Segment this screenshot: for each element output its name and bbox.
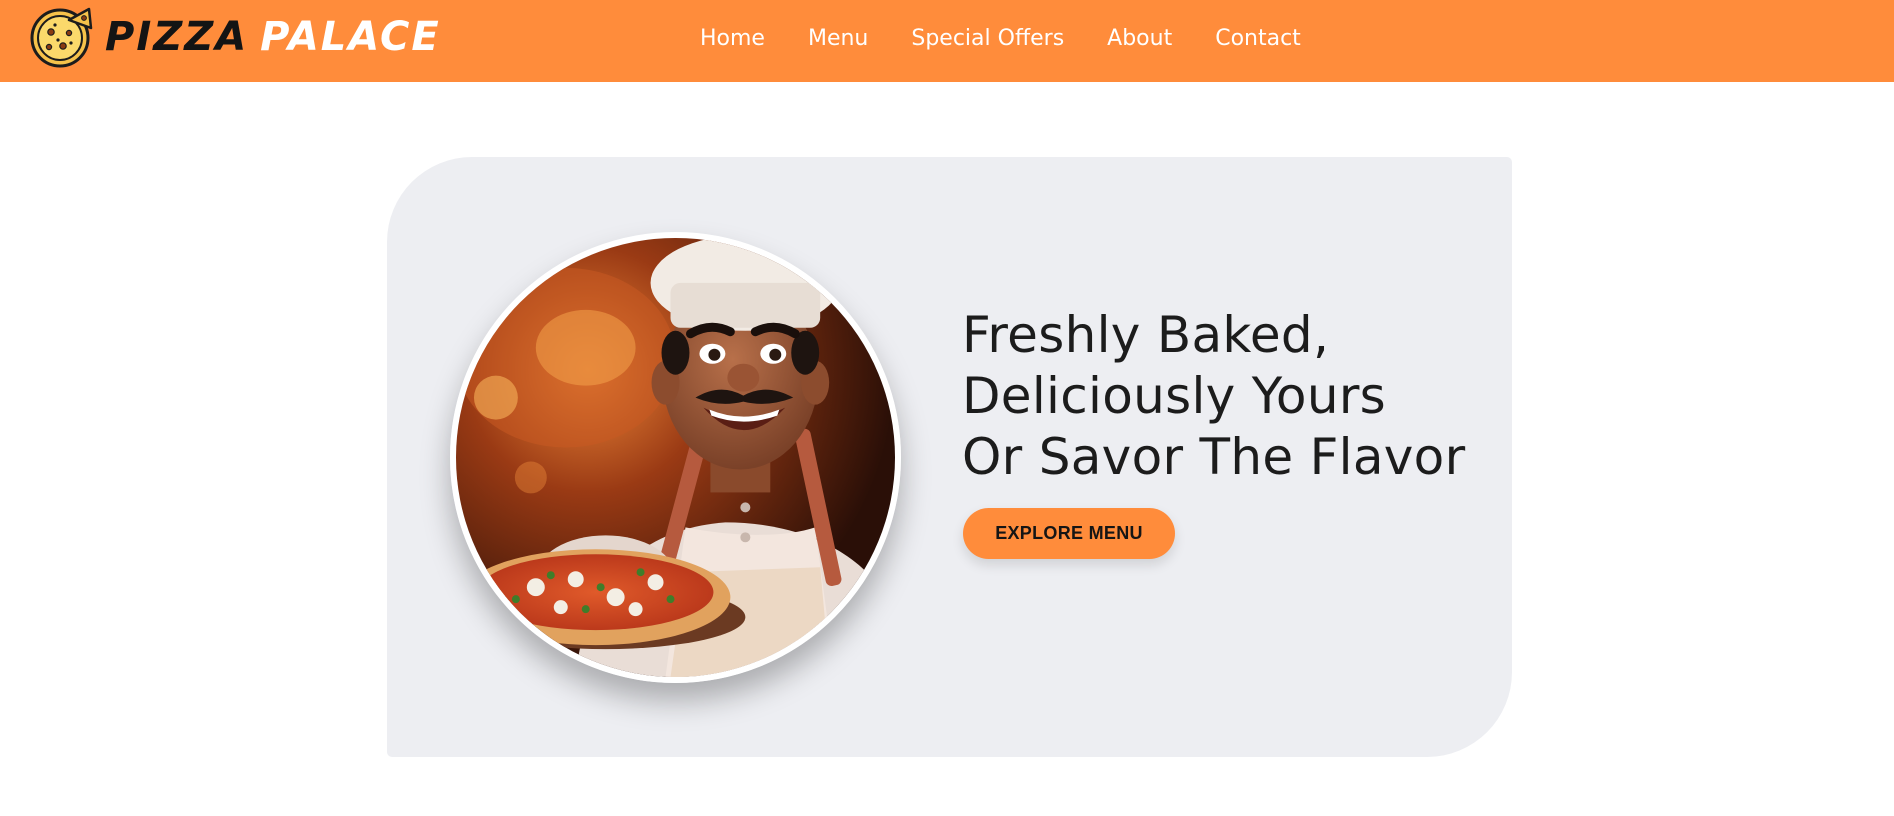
headline-line-2: Deliciously Yours (962, 367, 1387, 425)
hero-chef-image (450, 232, 901, 683)
brand-logo[interactable]: PIZZA PALACE (29, 4, 441, 70)
site-header: PIZZA PALACE Home Menu Special Offers Abo… (0, 0, 1894, 82)
headline-line-3: Or Savor The Flavor (962, 428, 1466, 486)
nav-home[interactable]: Home (700, 26, 765, 51)
chef-with-pizza-illustration (456, 238, 895, 677)
pizza-icon (30, 7, 93, 68)
hero-section: Freshly Baked, Deliciously Yours Or Savo… (387, 157, 1512, 757)
nav-menu[interactable]: Menu (808, 26, 868, 51)
headline-line-1: Freshly Baked, (962, 306, 1330, 364)
brand-word-palace: PALACE (260, 14, 441, 60)
nav-about[interactable]: About (1107, 26, 1172, 51)
hero-headline: Freshly Baked, Deliciously Yours Or Savo… (962, 305, 1502, 488)
main-nav: Home Menu Special Offers About Contact (700, 0, 1344, 76)
brand-name: PIZZA PALACE (105, 4, 441, 70)
brand-word-pizza: PIZZA (105, 14, 249, 60)
explore-menu-button[interactable]: EXPLORE MENU (963, 508, 1175, 559)
nav-contact[interactable]: Contact (1215, 26, 1301, 51)
nav-special-offers[interactable]: Special Offers (911, 26, 1064, 51)
